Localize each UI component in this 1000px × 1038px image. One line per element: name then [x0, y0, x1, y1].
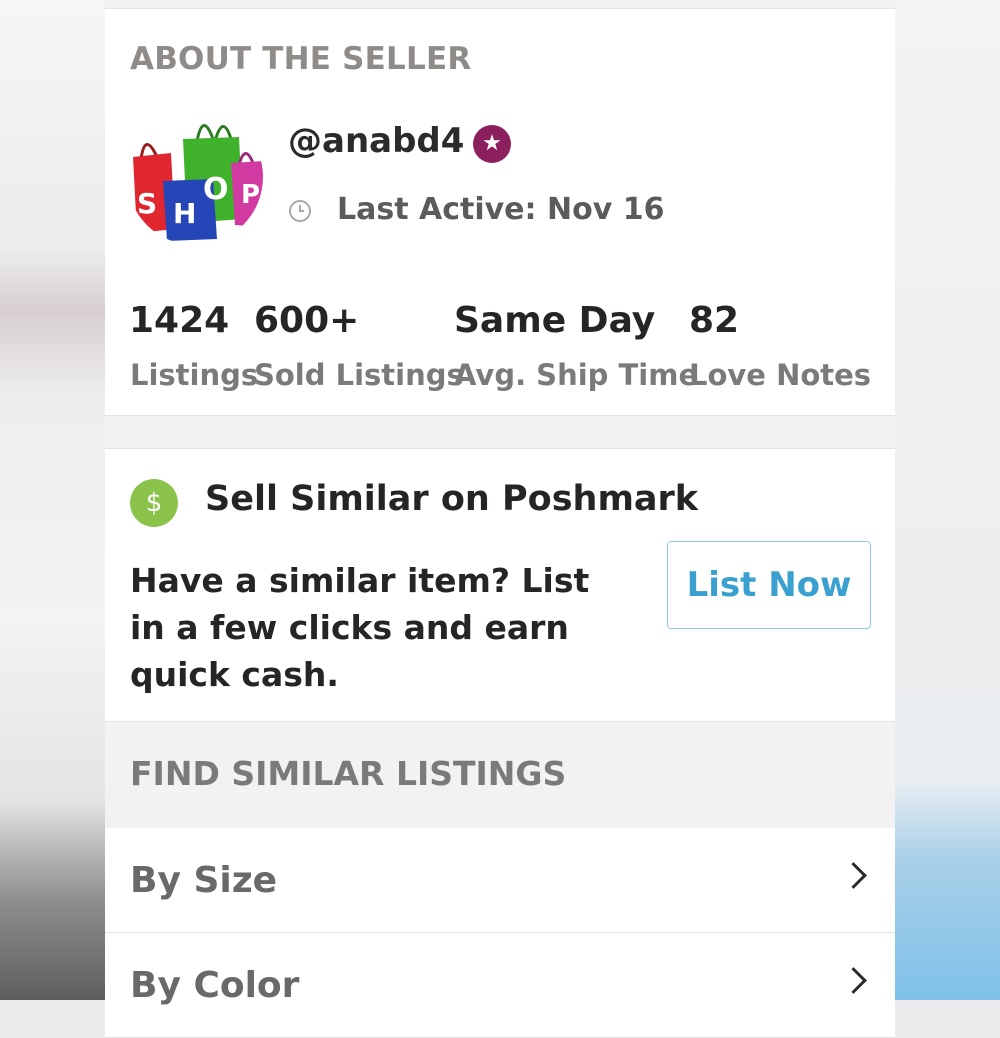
shop-bags-avatar-image: S H O P: [127, 109, 263, 245]
seller-username[interactable]: @anabd4: [288, 121, 464, 161]
last-active-text: Last Active: Nov 16: [337, 192, 665, 227]
seller-avatar[interactable]: S H O P: [127, 109, 263, 245]
stat-sold-value: 600+: [254, 300, 360, 341]
stat-ship-time-label: Avg. Ship Time: [454, 358, 699, 392]
avatar-letter-p: P: [241, 180, 260, 210]
avatar-letter-o: O: [203, 172, 229, 207]
sell-similar-description: Have a similar item? List in a few click…: [130, 561, 590, 694]
find-by-color-row[interactable]: By Color: [105, 933, 895, 1038]
chevron-right-icon: [840, 967, 867, 994]
avatar-letter-h: H: [173, 197, 196, 230]
about-seller-card: ABOUT THE SELLER S H O P @anabd4 ★ Last …: [105, 8, 895, 416]
stat-listings-label: Listings: [130, 358, 259, 392]
dollar-icon: $: [130, 479, 178, 527]
background-right-blur: [895, 0, 1000, 1000]
clock-icon: [289, 200, 311, 222]
content-panel: ABOUT THE SELLER S H O P @anabd4 ★ Last …: [105, 0, 895, 1038]
chevron-right-icon: [840, 862, 867, 889]
sell-similar-title: Sell Similar on Poshmark: [205, 479, 699, 519]
find-by-size-label: By Size: [130, 860, 278, 901]
about-seller-title: ABOUT THE SELLER: [130, 41, 472, 77]
background-left-blur: [0, 0, 105, 1000]
posh-ambassador-star-icon: ★: [473, 125, 511, 163]
sell-similar-card: $ Sell Similar on Poshmark Have a simila…: [105, 448, 895, 722]
stat-love-notes-label: Love Notes: [689, 358, 872, 392]
find-similar-title: FIND SIMILAR LISTINGS: [130, 754, 567, 793]
stat-ship-time-value: Same Day: [454, 300, 656, 341]
list-now-button[interactable]: List Now: [667, 541, 871, 629]
avatar-letter-s: S: [137, 187, 157, 220]
find-by-size-row[interactable]: By Size: [105, 828, 895, 933]
stat-sold-label: Sold Listings: [254, 358, 464, 392]
stat-love-notes-value: 82: [689, 300, 740, 341]
stat-listings-value: 1424: [129, 300, 230, 341]
